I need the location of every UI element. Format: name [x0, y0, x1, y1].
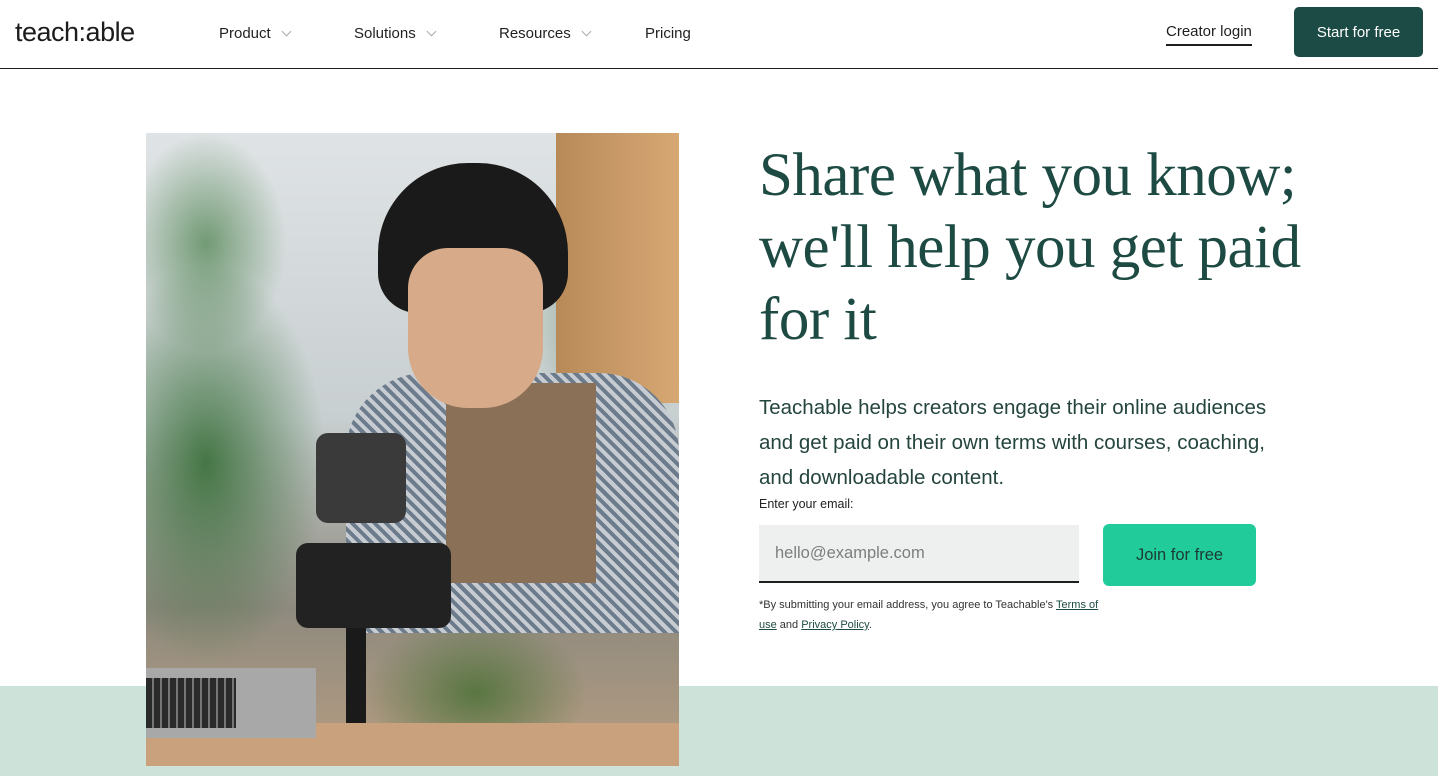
email-label: Enter your email:: [759, 497, 854, 511]
image-face: [408, 248, 543, 408]
image-apron: [446, 383, 596, 583]
image-door: [556, 133, 679, 403]
chevron-down-icon: [581, 26, 592, 37]
image-keyboard: [146, 678, 236, 728]
chevron-down-icon: [281, 26, 292, 37]
legal-notice: *By submitting your email address, you a…: [759, 595, 1099, 635]
nav-item-solutions[interactable]: Solutions: [354, 25, 437, 42]
hero-subtext: Teachable helps creators engage their on…: [759, 396, 1267, 489]
start-for-free-button[interactable]: Start for free: [1294, 7, 1423, 57]
legal-prefix: *By submitting your email address, you a…: [759, 599, 1057, 611]
join-for-free-button[interactable]: Join for free: [1103, 524, 1256, 586]
legal-suffix: .: [868, 619, 872, 631]
nav-item-label: Pricing: [645, 25, 691, 42]
nav-item-product[interactable]: Product: [219, 25, 292, 42]
email-input[interactable]: [759, 525, 1079, 583]
nav-item-resources[interactable]: Resources: [499, 25, 592, 42]
hero-image: [146, 133, 679, 766]
nav-item-pricing[interactable]: Pricing: [645, 25, 691, 42]
image-phone: [296, 543, 451, 628]
hero-headline: Share what you know; we'll help you get …: [759, 142, 1301, 353]
creator-login-link[interactable]: Creator login: [1166, 23, 1252, 46]
legal-middle: and: [776, 619, 802, 631]
top-navigation: teach:able Product Solutions Resources P…: [0, 0, 1438, 69]
privacy-policy-link[interactable]: Privacy Policy: [801, 619, 869, 631]
image-camera: [316, 433, 406, 523]
nav-item-label: Product: [219, 25, 271, 42]
chevron-down-icon: [426, 26, 437, 37]
nav-item-label: Resources: [499, 25, 571, 42]
nav-item-label: Solutions: [354, 25, 416, 42]
teachable-logo[interactable]: teach:able: [15, 17, 135, 48]
